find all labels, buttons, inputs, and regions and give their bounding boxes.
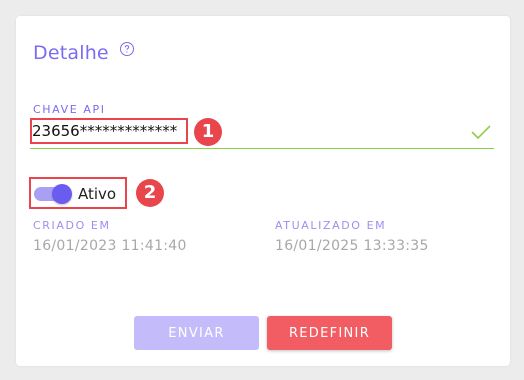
api-key-underline [30,148,494,149]
active-toggle-label: Ativo [78,185,117,203]
created-label: CRIADO EM [33,219,111,232]
help-circle-icon[interactable] [119,41,135,57]
send-button[interactable]: ENVIAR [134,316,259,350]
updated-value: 16/01/2025 13:33:35 [275,238,429,254]
reset-button[interactable]: REDEFINIR [267,316,392,350]
created-value: 16/01/2023 11:41:40 [33,238,187,254]
updated-label: ATUALIZADO EM [275,219,387,232]
panel-title: Detalhe [33,42,109,64]
toggle-knob[interactable] [52,184,72,204]
annotation-badge-2: 2 [136,179,164,207]
check-icon [471,125,491,140]
annotation-badge-1: 1 [194,118,222,146]
api-key-label: CHAVE API [33,103,106,116]
